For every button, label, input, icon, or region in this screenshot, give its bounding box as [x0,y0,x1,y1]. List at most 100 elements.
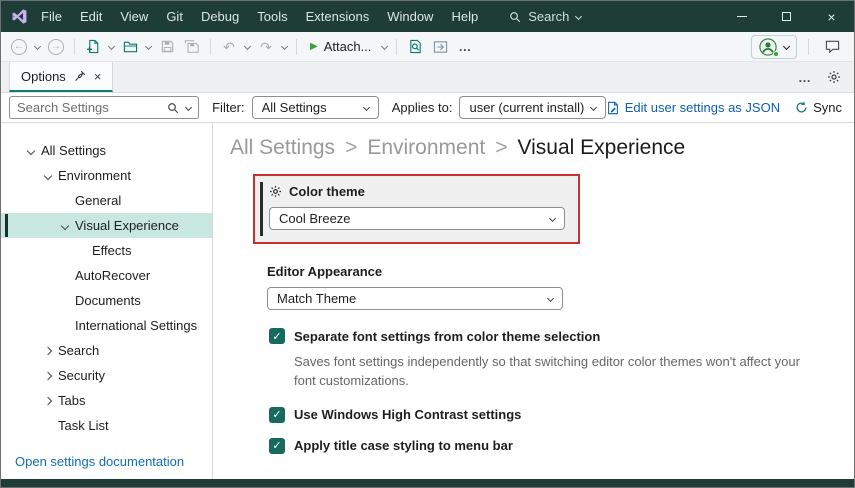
sidebar-item-label: Effects [92,243,132,258]
sidebar-item-all-settings[interactable]: All Settings [1,138,212,163]
redo-dropdown[interactable] [279,35,290,59]
sidebar-item-security[interactable]: Security [1,363,212,388]
new-item-dropdown[interactable] [106,35,117,59]
sidebar-item-autorecover[interactable]: AutoRecover [1,263,212,288]
tab-overflow-button[interactable]: … [798,70,812,85]
search-options-dropdown-icon[interactable] [185,104,192,111]
tree-spacer [57,273,72,279]
checkbox-separate-font-settings-from-color-theme-selection[interactable]: ✓ [269,328,285,344]
chevron-down-icon[interactable] [23,148,38,154]
breadcrumb-separator: > [495,136,507,160]
menu-extensions[interactable]: Extensions [297,1,379,32]
menu-window[interactable]: Window [378,1,442,32]
navigate-forward-button[interactable]: → [44,35,68,59]
sidebar-item-environment[interactable]: Environment [1,163,212,188]
sidebar-item-tabs[interactable]: Tabs [1,388,212,413]
titlebar-search[interactable]: Search [509,9,581,24]
feedback-button[interactable] [820,35,844,59]
navigate-back-button[interactable]: ← [7,35,31,59]
open-file-button[interactable] [118,35,142,59]
sidebar-item-label: General [75,193,121,208]
menu-edit[interactable]: Edit [71,1,111,32]
editor-appearance-label: Editor Appearance [267,264,836,279]
open-settings-documentation-link[interactable]: Open settings documentation [15,454,184,469]
save-all-button[interactable] [180,35,204,59]
breadcrumb-item-all-settings[interactable]: All Settings [230,136,335,160]
chevron-down-icon [547,295,554,302]
sync-icon [795,101,808,114]
new-item-button[interactable] [81,35,105,59]
share-window-button[interactable] [428,35,452,59]
new-item-icon [86,39,101,54]
filter-dropdown[interactable]: All Settings [252,96,379,119]
search-icon[interactable] [167,102,179,114]
gear-icon [269,185,282,198]
redo-button[interactable]: ↷ [254,35,278,59]
account-avatar-icon [759,38,777,56]
toolbar: ← → ↶ ↷ ▶ Attach... [1,32,854,62]
color-theme-group: Color theme Cool Breeze [253,174,580,244]
attach-button[interactable]: ▶ Attach... [303,35,378,59]
checkbox-apply-title-case-styling-to-menu-bar[interactable]: ✓ [269,438,285,454]
chevron-right-icon[interactable] [40,348,55,354]
setting-apply-title-case-styling-to-menu-bar: ✓ Apply title case styling to menu bar [269,438,836,454]
applies-to-dropdown[interactable]: user (current install) [459,96,605,119]
sidebar-item-label: Visual Experience [75,218,179,233]
tab-strip: Options × … [1,62,854,93]
chevron-down-icon[interactable] [57,223,72,229]
checkbox-use-windows-high-contrast-settings[interactable]: ✓ [269,407,285,423]
titlebar-search-label: Search [528,9,569,24]
chevron-down-icon[interactable] [40,173,55,179]
minimize-button[interactable] [719,1,764,32]
edit-json-link[interactable]: Edit user settings as JSON [606,100,780,115]
menu-help[interactable]: Help [442,1,487,32]
navigate-back-dropdown[interactable] [32,35,43,59]
chevron-right-icon[interactable] [40,373,55,379]
chevron-right-icon[interactable] [40,398,55,404]
status-dot [773,51,779,57]
editor-appearance-dropdown[interactable]: Match Theme [267,287,563,310]
undo-button[interactable]: ↶ [217,35,241,59]
open-file-dropdown[interactable] [143,35,154,59]
sidebar-item-label: International Settings [75,318,197,333]
menu-tools[interactable]: Tools [248,1,296,32]
color-theme-dropdown[interactable]: Cool Breeze [269,207,565,230]
account-button[interactable] [751,35,797,59]
checkbox-label: Apply title case styling to menu bar [294,438,513,453]
find-in-files-button[interactable] [403,35,427,59]
undo-dropdown[interactable] [242,35,253,59]
close-button[interactable]: × [809,1,854,32]
attach-dropdown[interactable] [379,35,390,59]
toolbar-separator [74,39,75,55]
sidebar-item-search[interactable]: Search [1,338,212,363]
sidebar-item-documents[interactable]: Documents [1,288,212,313]
save-icon [160,39,175,54]
settings-gear-icon[interactable] [827,70,841,84]
settings-search-input[interactable]: Search Settings [9,96,199,119]
chevron-down-icon [549,215,556,222]
maximize-button[interactable] [764,1,809,32]
toolbar-overflow-button[interactable]: … [453,35,477,59]
menu-view[interactable]: View [111,1,157,32]
sidebar-item-task-list[interactable]: Task List [1,413,212,438]
menu-git[interactable]: Git [157,1,192,32]
save-button[interactable] [155,35,179,59]
sidebar-item-label: Documents [75,293,141,308]
sidebar-item-general[interactable]: General [1,188,212,213]
tab-options[interactable]: Options × [9,62,113,92]
breadcrumb: All Settings>Environment>Visual Experien… [230,136,836,160]
options-body: All SettingsEnvironmentGeneralVisual Exp… [1,123,854,479]
settings-content: All Settings>Environment>Visual Experien… [213,123,854,479]
breadcrumb-item-visual-experience[interactable]: Visual Experience [517,136,685,160]
menu-debug[interactable]: Debug [192,1,248,32]
edit-json-label: Edit user settings as JSON [625,100,780,115]
breadcrumb-item-environment[interactable]: Environment [367,136,485,160]
close-tab-icon[interactable]: × [94,70,102,83]
sidebar-item-visual-experience[interactable]: Visual Experience [1,213,212,238]
sync-button[interactable]: Sync [795,100,842,115]
menu-file[interactable]: File [32,1,71,32]
pin-icon[interactable] [74,70,86,82]
sidebar-item-international-settings[interactable]: International Settings [1,313,212,338]
chevron-down-icon [590,104,597,111]
sidebar-item-effects[interactable]: Effects [1,238,212,263]
